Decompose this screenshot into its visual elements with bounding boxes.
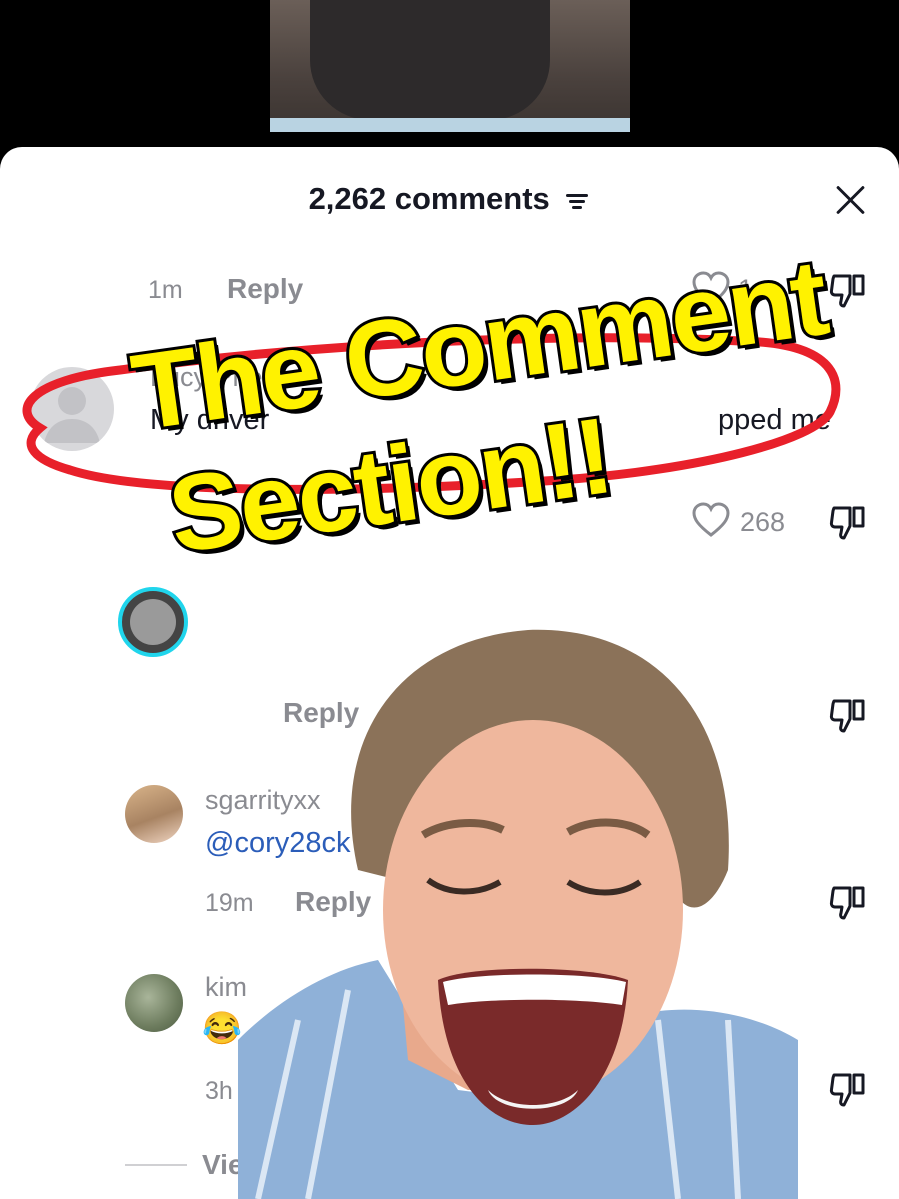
comment-time: 3h <box>205 1077 233 1105</box>
video-preview[interactable] <box>270 0 630 132</box>
avatar[interactable] <box>125 785 183 843</box>
overlay-caption: The Comment Section!! <box>0 233 899 579</box>
dislike-icon[interactable] <box>828 882 868 922</box>
avatar[interactable] <box>125 974 183 1032</box>
avatar[interactable] <box>118 587 188 657</box>
video-person <box>310 0 550 120</box>
divider <box>125 1164 187 1166</box>
close-icon[interactable] <box>833 183 867 217</box>
sort-filter-icon[interactable] <box>564 190 590 212</box>
dislike-icon[interactable] <box>828 695 868 735</box>
comment-count-label: 2,262 comments <box>308 181 550 216</box>
dislike-icon[interactable] <box>828 1069 868 1109</box>
comment-emoji: 😂 <box>202 1010 242 1046</box>
video-floor <box>270 118 630 132</box>
comments-header: 2,262 comments <box>0 147 899 251</box>
reaction-person-image <box>238 629 798 1199</box>
